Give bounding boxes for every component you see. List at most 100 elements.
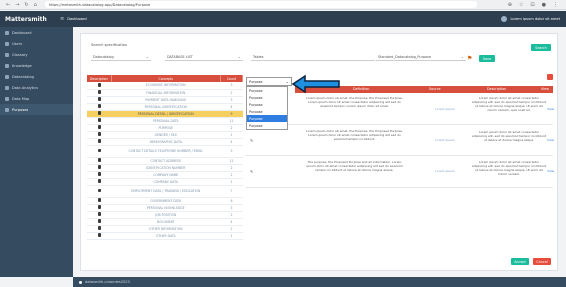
accept-button[interactable]: Accept: [511, 258, 529, 265]
edit-icon[interactable]: ✎: [250, 138, 253, 143]
profile-icon[interactable]: ●: [542, 2, 546, 8]
concept-count: 2: [220, 164, 243, 172]
table-row[interactable]: OTHER INFORMATION 2: [87, 225, 243, 233]
star-icon[interactable]: ☆: [519, 2, 523, 8]
save-button[interactable]: Save: [479, 55, 495, 62]
user-menu[interactable]: Lorem ipsum dolor sit amet: [501, 16, 560, 22]
table-row[interactable]: PURPOSE 2: [87, 124, 243, 132]
concept-count: 2: [220, 89, 243, 97]
sidebar-item-data-map[interactable]: Data Map: [0, 93, 73, 104]
back-icon[interactable]: ←: [6, 2, 10, 8]
main-panel: Search specification Datacatalog ⌄ DATAB…: [80, 33, 558, 271]
flag-icon[interactable]: ⚑: [467, 55, 472, 62]
table-row[interactable]: IDENTIFICATION NUMBER 2: [87, 164, 243, 172]
sidebar-item-glossary[interactable]: Glossary: [0, 49, 73, 60]
edit-icon[interactable]: ✎: [250, 169, 253, 174]
concept-name: PERSONAL KNOWLEDGE: [111, 204, 221, 212]
column-header[interactable]: Description: [487, 87, 506, 91]
dropdown-option[interactable]: Purpose: [247, 87, 287, 94]
purpose-row[interactable]: ✎ Lorem ipsum dolor sit amet, the Purpos…: [246, 126, 554, 156]
column-header[interactable]: Concepts: [111, 75, 221, 82]
table-row[interactable]: OTHER DATA 1: [87, 232, 243, 240]
table-row[interactable]: DEMOGRAPHIC DATA 4: [87, 138, 243, 146]
source-select[interactable]: Datacatalog ⌄: [91, 53, 151, 61]
purpose-row[interactable]: ✎ The purpose, the Proposed Purpose and …: [246, 157, 554, 188]
purpose-row[interactable]: Lorem ipsum dolor sit amet, the Purpose,…: [246, 94, 554, 125]
dropdown-option[interactable]: Purpose: [247, 122, 287, 129]
table-select[interactable]: Tables: [251, 53, 375, 61]
table-row[interactable]: ECONOMIC INFORMATION 3: [87, 82, 243, 90]
column-header[interactable]: Definition: [353, 87, 369, 91]
sidebar-item-dashboard[interactable]: Dashboard: [0, 27, 73, 38]
table-row[interactable]: PERSONAL IDENTIFICATION 4: [87, 103, 243, 111]
purpose-source[interactable]: Lorem ipsum: [424, 169, 466, 173]
app-brand[interactable]: Mattersmith: [0, 16, 56, 23]
bookmark-icon[interactable]: ⊡: [530, 2, 534, 8]
cancel-button[interactable]: Cancel: [533, 258, 551, 265]
search-button[interactable]: Search: [531, 44, 551, 51]
sidebar-item-data-analytics[interactable]: Data Analytics: [0, 82, 73, 93]
delete-icon[interactable]: [547, 74, 553, 80]
hamburger-icon[interactable]: ≡: [60, 16, 64, 22]
users-icon: [5, 41, 9, 46]
sidebar-item-knowledge[interactable]: Knowledge: [0, 60, 73, 71]
sidebar-item-purposes[interactable]: Purposes: [0, 104, 73, 115]
table-row[interactable]: COMPANY DATA 1: [87, 178, 243, 186]
database-icon: [97, 233, 101, 237]
concept-name: PERSONAL IDENTIFICATION: [111, 103, 221, 111]
column-header[interactable]: Description: [87, 75, 112, 82]
table-row[interactable]: JOB POSITION 2: [87, 211, 243, 219]
database-select[interactable]: DATABASE LIST ⌄: [165, 53, 243, 61]
select-value: Datacatalog: [93, 54, 114, 59]
concept-count: 3: [220, 145, 243, 158]
browser-nav: ← → ↻ ⌂: [6, 2, 37, 8]
database-icon: [97, 219, 101, 223]
pointer-arrow-icon: [291, 74, 340, 94]
dropdown-option[interactable]: Purpose: [247, 108, 287, 115]
view-link[interactable]: View: [547, 138, 554, 142]
concepts-body: ECONOMIC INFORMATION 3 FINANCIAL INFORMAT…: [87, 82, 243, 240]
purpose-table-select[interactable]: Standard_Datacatalog_Purpose ⌄: [376, 53, 466, 61]
sidebar-item-datacatalog[interactable]: Datacatalog: [0, 71, 73, 82]
column-header[interactable]: View: [541, 87, 549, 91]
concept-name: ECONOMIC INFORMATION: [111, 82, 221, 90]
table-row-selected[interactable]: PERSONAL DETAIL / IDENTIFICATION 9: [87, 110, 243, 118]
table-row[interactable]: DOCUMENT 4: [87, 218, 243, 226]
table-row[interactable]: PAYMENT DATA HANDLING 3: [87, 96, 243, 104]
table-row[interactable]: EMPLOYMENT DATA / TRAINING / EDUCATION 7: [87, 185, 243, 198]
reload-icon[interactable]: ↻: [24, 2, 28, 8]
purpose-source[interactable]: Lorem ipsum: [424, 138, 466, 142]
forward-icon[interactable]: →: [15, 2, 19, 8]
column-header[interactable]: Count: [220, 75, 243, 82]
menu-icon[interactable]: ⋮: [553, 2, 558, 8]
purpose-dropdown[interactable]: Purpose ⌄: [246, 77, 292, 86]
table-row[interactable]: PERSONAL DATA 11: [87, 117, 243, 125]
dropdown-option[interactable]: Purpose: [247, 94, 287, 101]
sidebar-item-label: Dashboard: [12, 30, 32, 35]
purpose-source[interactable]: Lorem ipsum: [424, 107, 466, 111]
database-icon: [97, 158, 101, 162]
dropdown-option[interactable]: Purpose: [247, 101, 287, 108]
table-row[interactable]: CONTACT DETAILS TELEPHONE NUMBER / EMAIL…: [87, 145, 243, 158]
sidebar-item-users[interactable]: Users: [0, 38, 73, 49]
database-icon: [97, 226, 101, 230]
zoom-icon[interactable]: ⊕: [508, 2, 512, 8]
concept-name: FINANCIAL INFORMATION: [111, 89, 221, 97]
table-row[interactable]: PERSONAL KNOWLEDGE 3: [87, 204, 243, 212]
dropdown-option-selected[interactable]: Purpose: [247, 115, 287, 122]
table-row[interactable]: COMPANY NAME 2: [87, 171, 243, 179]
column-header[interactable]: Source: [429, 87, 441, 91]
table-row[interactable]: CONTACT ADDRESS 11: [87, 157, 243, 165]
view-link[interactable]: View: [547, 107, 554, 111]
lightbulb-icon: [5, 63, 9, 68]
footer-dot-icon: [79, 280, 82, 284]
concept-count: 3: [220, 204, 243, 212]
address-bar[interactable]: https://metasmith.datacatalog.app/Dataca…: [44, 1, 477, 8]
table-row[interactable]: FINANCIAL INFORMATION 2: [87, 89, 243, 97]
view-link[interactable]: View: [547, 169, 554, 173]
home-icon[interactable]: ⌂: [34, 2, 37, 8]
table-row[interactable]: GENDER / SEX 1: [87, 131, 243, 139]
table-row[interactable]: GOVERNMENT DATA 6: [87, 197, 243, 205]
dropdown-value: Purpose: [249, 79, 263, 84]
book-icon: [5, 52, 9, 57]
